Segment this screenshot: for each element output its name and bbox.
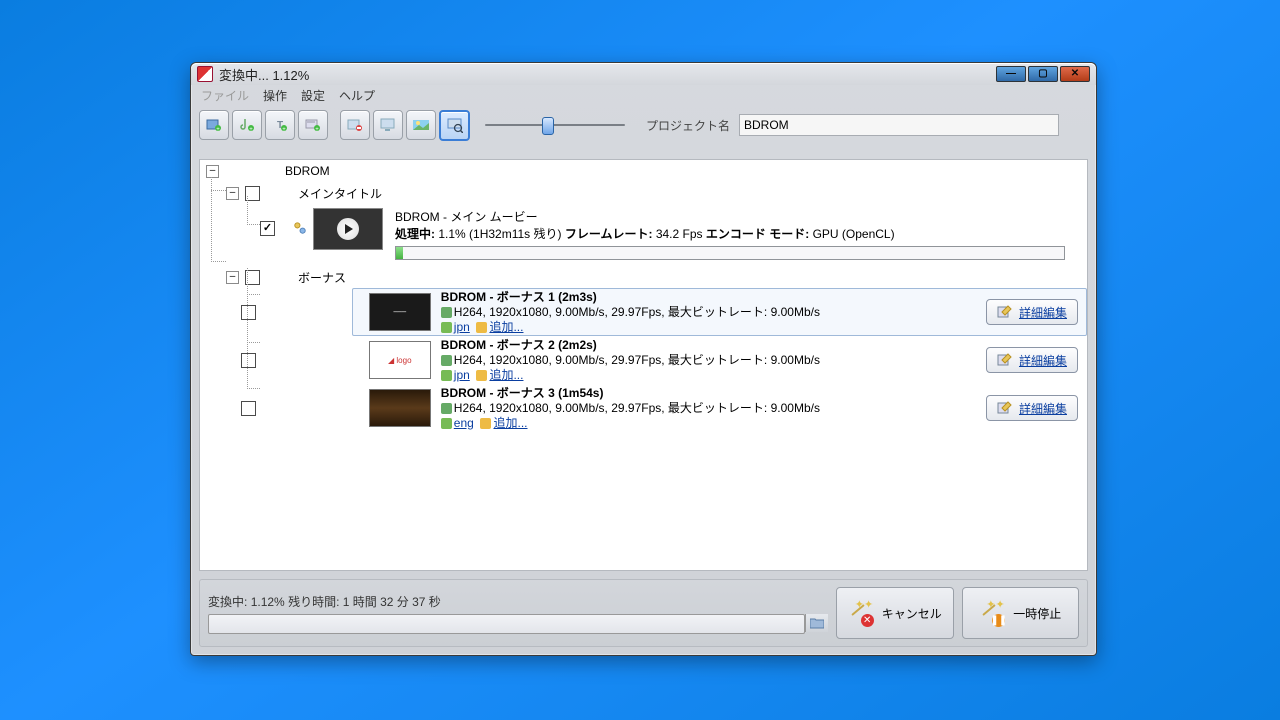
svg-text:+: + [282,127,286,133]
framerate-value: 34.2 Fps [656,227,703,241]
bonus1-thumbnail[interactable]: ━━━ [369,293,431,331]
status-prefix: 変換中: [208,595,247,609]
bonus-item-1[interactable]: ━━━ BDROM - ボーナス 1 (2m3s) H264, 1920x108… [352,288,1087,336]
tool-remove-button[interactable] [340,110,370,140]
play-icon [336,217,360,241]
window-title: 変換中... 1.12% [219,65,996,84]
close-button[interactable]: ✕ [1060,66,1090,82]
encode-progress-bar [395,246,1065,260]
subtitle-icon [480,418,491,429]
collapse-main-icon[interactable]: – [226,187,239,200]
bonus3-thumbnail[interactable] [369,389,431,427]
bonus1-title: BDROM - ボーナス 1 (2m3s) [441,290,986,305]
audio-icon [441,418,452,429]
processing-label: 処理中: [395,227,435,241]
tool-picture-button[interactable] [406,110,436,140]
bonus3-checkbox[interactable] [241,401,256,416]
titlebar[interactable]: 変換中... 1.12% — ▢ ✕ [191,63,1096,85]
bonus3-spec: H264, 1920x1080, 9.00Mb/s, 29.97Fps, 最大ビ… [454,401,820,415]
svg-text:+: + [315,127,319,133]
bonus2-thumbnail[interactable]: ◢ logo [369,341,431,379]
status-percent: 1.12% [251,595,285,609]
svg-text:+: + [249,127,253,133]
bonus1-audio-link[interactable]: jpn [454,320,470,334]
bonus2-spec: H264, 1920x1080, 9.00Mb/s, 29.97Fps, 最大ビ… [454,353,820,367]
bonus2-sub-link[interactable]: 追加... [489,368,523,382]
project-name-label: プロジェクト名 [646,117,730,134]
open-folder-button[interactable] [805,614,828,632]
subtitle-icon [476,370,487,381]
menu-action[interactable]: 操作 [263,87,287,104]
bonus3-audio-link[interactable]: eng [454,416,474,430]
main-title-label: メインタイトル [298,185,382,202]
bonus1-spec: H264, 1920x1080, 9.00Mb/s, 29.97Fps, 最大ビ… [454,305,820,319]
pause-icon: ❚❚ [992,614,1005,627]
content-tree: – BDROM – メインタイトル ✓ BDROM - メイン ムービー 処理中… [199,159,1088,571]
bonus1-sub-link[interactable]: 追加... [489,320,523,334]
bonus3-sub-link[interactable]: 追加... [493,416,527,430]
collapse-root-icon[interactable]: – [206,165,219,178]
minimize-button[interactable]: — [996,66,1026,82]
tool-add-audio-button[interactable]: + [232,110,262,140]
subtitle-icon [476,322,487,333]
tool-monitor-button[interactable] [373,110,403,140]
video-icon [441,403,452,414]
tool-add-video-button[interactable]: + [199,110,229,140]
bonus1-edit-button[interactable]: 詳細編集 [986,299,1078,325]
cancel-button[interactable]: ✦✦✕ キャンセル [836,587,954,639]
settings-icon[interactable] [293,221,307,235]
footer: 変換中: 1.12% 残り時間: 1 時間 32 分 37 秒 ✦✦✕ キャンセ… [199,579,1088,647]
app-window: 変換中... 1.12% — ▢ ✕ ファイル 操作 設定 ヘルプ + + T+… [190,62,1097,656]
cancel-icon: ✕ [861,614,874,627]
bonus2-audio-link[interactable]: jpn [454,368,470,382]
volume-slider[interactable] [485,115,625,135]
processing-value: 1.1% (1H32m11s 残り) [438,227,561,241]
bonus-item-3[interactable]: BDROM - ボーナス 3 (1m54s) H264, 1920x1080, … [352,384,1087,432]
framerate-label: フレームレート: [565,227,653,241]
menubar: ファイル 操作 設定 ヘルプ [191,85,1096,105]
audio-icon [441,322,452,333]
bonus2-title: BDROM - ボーナス 2 (2m2s) [441,338,986,353]
maximize-button[interactable]: ▢ [1028,66,1058,82]
main-movie-name: BDROM - メイン ムービー [395,208,1087,225]
tool-preview-button[interactable] [439,110,470,141]
menu-help[interactable]: ヘルプ [339,87,375,104]
project-name-input[interactable] [739,114,1059,136]
video-icon [441,307,452,318]
audio-icon [441,370,452,381]
overall-progress-bar [208,614,805,634]
bonus2-edit-button[interactable]: 詳細編集 [986,347,1078,373]
main-movie-checkbox[interactable]: ✓ [260,221,275,236]
encode-mode-value: GPU (OpenCL) [813,227,895,241]
status-remain-value: 1 時間 32 分 37 秒 [343,595,441,609]
encode-mode-label: エンコード モード: [706,227,809,241]
root-label: BDROM [285,164,330,178]
video-icon [441,355,452,366]
bonus3-title: BDROM - ボーナス 3 (1m54s) [441,386,986,401]
collapse-bonus-icon[interactable]: – [226,271,239,284]
svg-text:+: + [216,127,220,133]
status-remain-label: 残り時間: [288,595,339,609]
main-thumbnail[interactable] [313,208,383,250]
toolbar: + + T+ + プロジェクト名 [191,105,1096,145]
menu-file[interactable]: ファイル [201,87,249,104]
bonus2-checkbox[interactable] [241,353,256,368]
tool-add-chapter-button[interactable]: + [298,110,328,140]
bonus3-edit-button[interactable]: 詳細編集 [986,395,1078,421]
bonus-group-label: ボーナス [298,269,346,286]
menu-settings[interactable]: 設定 [301,87,325,104]
app-icon [197,66,213,82]
pause-button[interactable]: ✦✦❚❚ 一時停止 [962,587,1080,639]
bonus1-checkbox[interactable] [241,305,256,320]
bonus-item-2[interactable]: ◢ logo BDROM - ボーナス 2 (2m2s) H264, 1920x… [352,336,1087,384]
tool-add-subtitle-button[interactable]: T+ [265,110,295,140]
